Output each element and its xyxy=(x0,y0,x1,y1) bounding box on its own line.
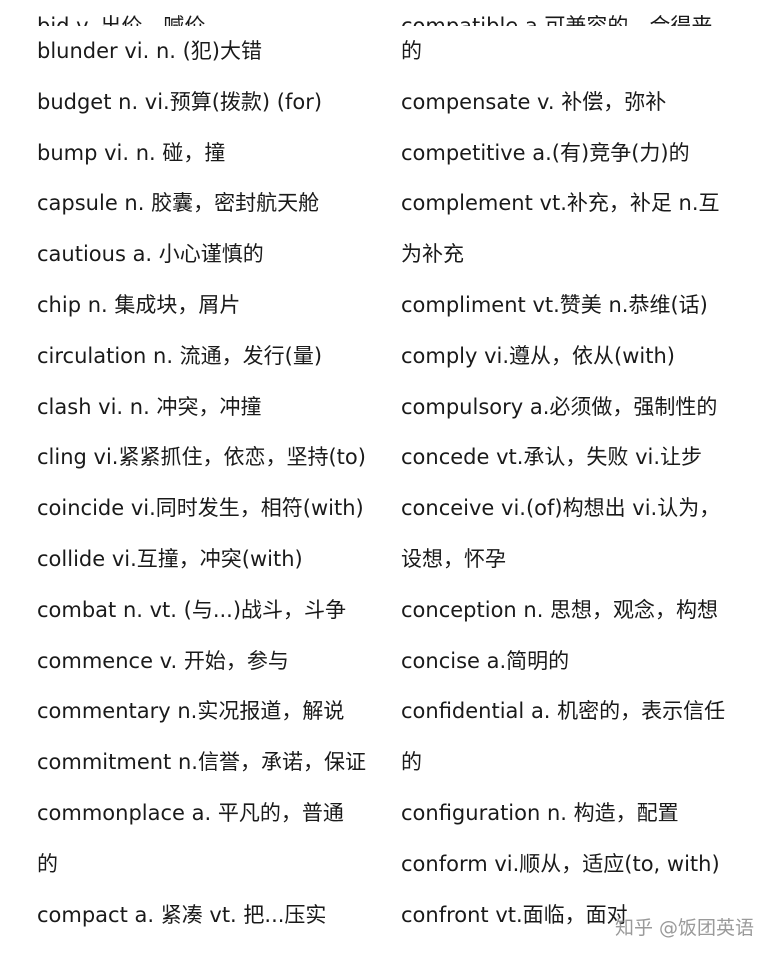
left-column: bid v. 出价，喊价 blunder vi. n. (犯)大错 budget n… xyxy=(37,0,382,940)
vocab-entry-line: bid v. 出价，喊价 xyxy=(37,14,206,26)
vocab-entry-line: concede vt.承认，失败 vi.让步 xyxy=(401,445,703,470)
vocab-entry-line: 的 xyxy=(37,851,58,876)
vocab-entry-line: compatible a.可兼容的，合得来 xyxy=(401,14,713,26)
vocab-entry-line: chip n. 集成块，屑片 xyxy=(37,292,241,317)
vocab-entry-line: blunder vi. n. (犯)大错 xyxy=(37,39,263,63)
vocab-entry-line: configuration n. 构造，配置 xyxy=(401,800,679,825)
vocab-entry-line: conceive vi.(of)构想出 vi.认为， xyxy=(401,496,721,521)
vocab-entry-line: concise a.简明的 xyxy=(401,648,570,673)
vocab-entry-line: confidential a. 机密的，表示信任 xyxy=(401,699,726,724)
vocab-entry-line: 设想，怀孕 xyxy=(401,546,506,571)
vocab-entry-line: cling vi.紧紧抓住，依恋，坚持(to) xyxy=(37,445,366,470)
vocab-entry-line: cautious a. 小心谨慎的 xyxy=(37,242,264,267)
vocab-entry-line: compact a. 紧凑 vt. 把...压实 xyxy=(37,902,327,927)
vocab-entry-line: compensate v. 补偿，弥补 xyxy=(401,89,667,114)
vocab-entry-line: commonplace a. 平凡的，普通 xyxy=(37,800,344,825)
vocabulary-page: bid v. 出价，喊价 blunder vi. n. (犯)大错 budget n… xyxy=(0,0,774,960)
right-column: compatible a.可兼容的，合得来的 compensate v. 补偿，弥… xyxy=(401,0,757,940)
vocab-entry-line: commence v. 开始，参与 xyxy=(37,648,289,673)
vocab-entry-line: conception n. 思想，观念，构想 xyxy=(401,597,719,622)
vocab-entry-line: complement vt.补充，补足 n.互 xyxy=(401,191,720,216)
vocab-entry-line: bump vi. n. 碰，撞 xyxy=(37,140,226,165)
vocab-entry-line: collide vi.互撞，冲突(with) xyxy=(37,546,303,571)
vocab-entry-line: competitive a.(有)竞争(力)的 xyxy=(401,140,690,165)
vocab-entry-line: 为补充 xyxy=(401,242,464,267)
vocab-entry-line: compulsory a.必须做，强制性的 xyxy=(401,394,718,419)
vocab-entry-line: budget n. vi.预算(拨款) (for) xyxy=(37,89,323,114)
vocab-entry-line: 的 xyxy=(401,750,422,775)
vocab-entry-line: clash vi. n. 冲突，冲撞 xyxy=(37,394,262,419)
vocab-entry-line: commentary n.实况报道，解说 xyxy=(37,699,345,724)
vocab-entry-line: conform vi.顺从，适应(to, with) xyxy=(401,851,720,876)
vocab-entry-line: combat n. vt. (与...)战斗，斗争 xyxy=(37,597,347,622)
vocab-entry-line: circulation n. 流通，发行(量) xyxy=(37,343,323,368)
vocab-entry-line: coincide vi.同时发生，相符(with) xyxy=(37,496,364,521)
vocab-entry-line: compliment vt.赞美 n.恭维(话) xyxy=(401,292,708,317)
watermark: 知乎 @饭团英语 xyxy=(614,917,754,939)
vocab-entry-line: comply vi.遵从，依从(with) xyxy=(401,343,675,368)
vocab-entry-line: 的 xyxy=(401,39,422,63)
vocab-entry-line: capsule n. 胶囊，密封航天舱 xyxy=(37,191,320,216)
vocab-entry-line: commitment n.信誉，承诺，保证 xyxy=(37,750,366,775)
